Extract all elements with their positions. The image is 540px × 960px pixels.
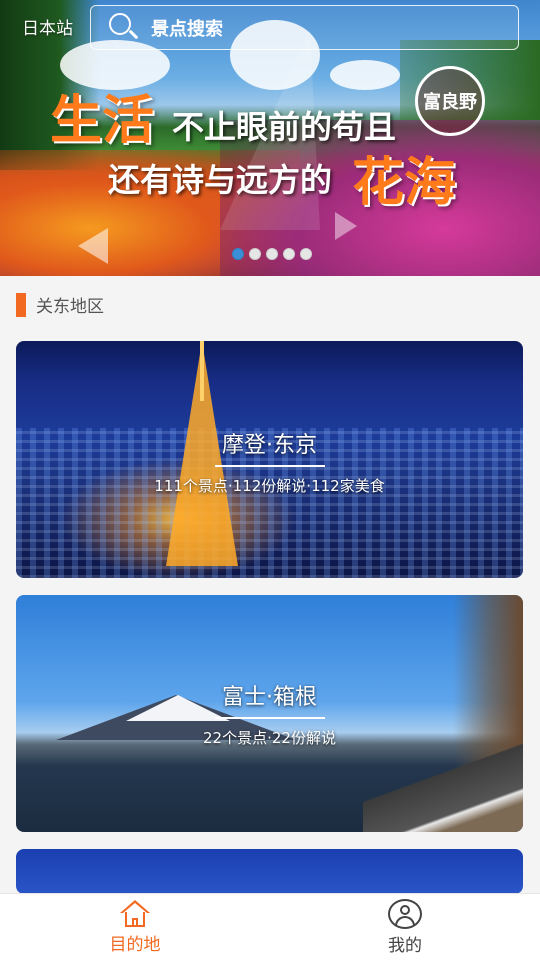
location-badge: 富良野	[415, 66, 485, 136]
nav-profile[interactable]: 我的	[270, 894, 540, 960]
card-divider	[214, 465, 325, 467]
section-title: 关东地区	[36, 297, 104, 317]
carousel-dot[interactable]	[266, 248, 278, 260]
site-selector[interactable]: 日本站	[22, 14, 73, 39]
carousel-dot[interactable]	[232, 248, 244, 260]
cloud	[330, 60, 400, 90]
carousel-dot[interactable]	[283, 248, 295, 260]
search-icon	[107, 11, 141, 45]
carousel-dot[interactable]	[300, 248, 312, 260]
slogan-line2-highlight: 花海	[352, 152, 457, 213]
home-icon	[119, 899, 151, 928]
hero-banner[interactable]: 日本站 景点搜索 生活 不止眼前的苟且 还有诗与远方的 花海 富良野	[0, 0, 540, 276]
card-subtitle: 22个景点·22份解说	[203, 729, 336, 747]
card-title: 富士·箱根	[222, 685, 317, 710]
search-placeholder: 景点搜索	[151, 18, 223, 40]
card-subtitle: 111个景点·112份解说·112家美食	[154, 477, 385, 495]
carousel-indicator	[232, 248, 312, 260]
card-divider	[214, 717, 325, 719]
arrow-left-icon	[78, 228, 108, 264]
nav-label: 我的	[388, 935, 422, 956]
card-title: 摩登·东京	[222, 433, 317, 458]
carousel-dot[interactable]	[249, 248, 261, 260]
tokyo-tower-spire	[200, 341, 204, 401]
arrow-right-icon	[335, 212, 357, 240]
nav-label: 目的地	[109, 934, 161, 955]
bottom-nav: 目的地 我的	[0, 893, 540, 960]
slogan-line1-highlight: 生活	[50, 90, 155, 151]
destination-card-partial[interactable]	[16, 849, 523, 894]
destination-card-fuji[interactable]: 富士·箱根 22个景点·22份解说	[16, 595, 523, 832]
user-icon	[388, 898, 422, 929]
slogan-line2-text: 还有诗与远方的	[108, 161, 333, 199]
lakeside-road-image	[363, 742, 523, 832]
nav-destinations[interactable]: 目的地	[0, 894, 270, 960]
section-heading: 关东地区	[16, 292, 104, 317]
search-bar[interactable]: 景点搜索	[90, 5, 519, 50]
section-accent-bar	[16, 292, 26, 317]
destination-card-tokyo[interactable]: 摩登·东京 111个景点·112份解说·112家美食	[16, 341, 523, 578]
